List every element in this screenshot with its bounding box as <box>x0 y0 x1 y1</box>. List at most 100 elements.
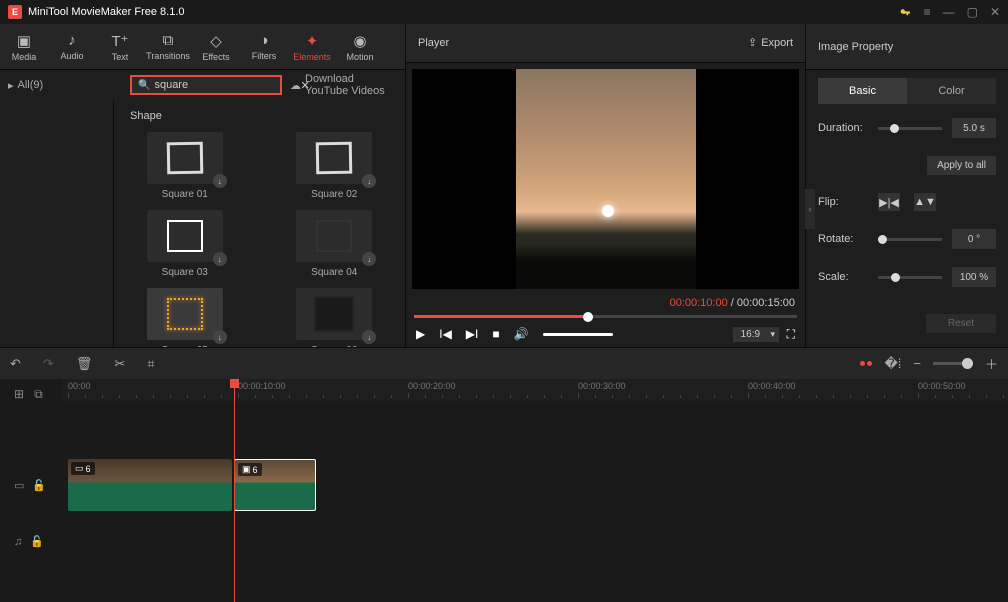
thumb-preview: ↓ <box>296 210 372 262</box>
tree-item-all[interactable]: ▸ All(9) <box>8 79 122 92</box>
tool-audio[interactable]: ♪Audio <box>48 24 96 70</box>
scale-slider[interactable] <box>878 276 942 279</box>
aspect-select[interactable]: 16:9 <box>733 327 779 342</box>
slider-knob[interactable] <box>878 235 887 244</box>
duration-value[interactable]: 5.0 s <box>952 118 996 138</box>
video-preview[interactable] <box>412 69 799 289</box>
download-badge-icon[interactable]: ↓ <box>213 252 227 266</box>
play-button[interactable]: ▶ <box>416 327 425 341</box>
tool-effects[interactable]: ◇Effects <box>192 24 240 70</box>
split-button[interactable]: ✂ <box>114 356 125 372</box>
ruler-tick <box>357 395 358 398</box>
ruler-mark: 00:00:20:00 <box>408 381 456 391</box>
add-track-icon[interactable]: ⊞ <box>14 387 24 402</box>
download-badge-icon[interactable]: ↓ <box>362 330 376 344</box>
props-body: Duration: 5.0 s Apply to all Flip: ▶|◀ ▲… <box>806 104 1008 347</box>
thumb-preview: ↓ <box>147 288 223 340</box>
reset-button[interactable]: Reset <box>926 314 996 333</box>
fullscreen-button[interactable]: ⛶ <box>787 327 795 342</box>
slider-knob[interactable] <box>890 124 899 133</box>
minimize-icon[interactable]: — <box>943 5 955 19</box>
element-thumb[interactable]: ↓ Square 01 <box>130 132 240 200</box>
seek-knob[interactable] <box>583 312 593 322</box>
tab-basic[interactable]: Basic <box>818 78 907 104</box>
volume-icon[interactable]: 🔊 <box>514 327 529 341</box>
duration-slider[interactable] <box>878 127 942 130</box>
props-header: Image Property <box>806 24 1008 70</box>
undo-button[interactable]: ↶ <box>10 356 21 372</box>
element-thumb[interactable]: ↓ Square 03 <box>130 210 240 278</box>
search-input[interactable] <box>154 79 296 91</box>
rotate-slider[interactable] <box>878 238 942 241</box>
flip-horizontal-button[interactable]: ▶|◀ <box>878 193 900 211</box>
marker-icon[interactable] <box>860 361 872 366</box>
crop-button[interactable]: ⌗ <box>147 356 154 372</box>
tool-transitions[interactable]: ⧉Transitions <box>144 24 192 70</box>
clip-badge: ▣ 6 <box>238 463 262 476</box>
download-youtube-link[interactable]: ☁ Download YouTube Videos <box>290 73 397 97</box>
tool-media[interactable]: ▣Media <box>0 24 48 70</box>
stop-button[interactable]: ■ <box>492 327 499 341</box>
tool-filters[interactable]: ◑Filters <box>240 24 288 70</box>
ruler-mark: 00:00:30:00 <box>578 381 626 391</box>
tab-color[interactable]: Color <box>907 78 996 104</box>
zoom-slider[interactable] <box>933 362 973 365</box>
download-badge-icon[interactable]: ↓ <box>213 330 227 344</box>
slider-knob[interactable] <box>891 273 900 282</box>
ruler-tick <box>1003 395 1004 398</box>
menu-icon[interactable]: ≡ <box>924 5 931 19</box>
ruler-tick <box>459 395 460 398</box>
delete-button[interactable]: 🗑 <box>76 356 93 372</box>
next-button[interactable]: ▶I <box>466 327 479 341</box>
align-icon[interactable]: �⁞ <box>884 356 901 372</box>
download-badge-icon[interactable]: ↓ <box>362 174 376 188</box>
image-clip[interactable]: ▣ 6 <box>234 459 316 511</box>
ruler-tick <box>187 395 188 398</box>
time-ruler[interactable]: 00:0000:00:10:0000:00:20:0000:00:30:0000… <box>62 379 1008 401</box>
key-icon[interactable] <box>899 6 912 19</box>
close-icon[interactable]: ✕ <box>990 5 1000 19</box>
panel-collapse-handle[interactable]: › <box>805 189 815 229</box>
flip-vertical-button[interactable]: ▲▼ <box>914 193 936 211</box>
folder-icon: ▣ <box>17 32 31 50</box>
tool-text[interactable]: T⁺Text <box>96 24 144 70</box>
download-badge-icon[interactable]: ↓ <box>362 252 376 266</box>
thumb-label: Square 06 <box>311 345 357 347</box>
audio-track[interactable] <box>62 519 1008 575</box>
ruler-tick <box>544 395 545 398</box>
element-thumb[interactable]: ↓ Square 02 <box>280 132 390 200</box>
prev-button[interactable]: I◀ <box>439 327 452 341</box>
tool-motion[interactable]: ◉Motion <box>336 24 384 70</box>
lock-icon[interactable]: 🔓 <box>32 479 46 492</box>
seek-fill <box>414 315 583 318</box>
total-time: 00:00:15:00 <box>737 297 795 309</box>
video-clip[interactable]: ▭ 6 <box>68 459 232 511</box>
scale-value[interactable]: 100 % <box>952 267 996 287</box>
seek-bar[interactable] <box>414 315 797 318</box>
apply-all-button[interactable]: Apply to all <box>927 156 996 175</box>
element-thumb[interactable]: ↓ Square 05 <box>130 288 240 347</box>
ruler-tick <box>714 395 715 398</box>
prop-rotate: Rotate: 0 ° <box>818 229 996 249</box>
prop-flip: Flip: ▶|◀ ▲▼ <box>818 193 996 211</box>
playhead[interactable] <box>234 379 235 602</box>
download-badge-icon[interactable]: ↓ <box>213 174 227 188</box>
zoom-knob[interactable] <box>962 358 973 369</box>
rotate-value[interactable]: 0 ° <box>952 229 996 249</box>
zoom-out-button[interactable]: − <box>913 356 921 371</box>
export-button[interactable]: ⇪ Export <box>748 36 793 49</box>
tool-elements[interactable]: ✦Elements <box>288 24 336 70</box>
ruler-tick <box>612 395 613 398</box>
lock-icon[interactable]: 🔓 <box>30 535 44 548</box>
volume-slider[interactable] <box>543 333 613 336</box>
duplicate-track-icon[interactable]: ⧉ <box>34 387 43 402</box>
elements-icon: ✦ <box>306 32 319 50</box>
ruler-tick <box>782 395 783 398</box>
element-thumb[interactable]: ↓ Square 04 <box>280 210 390 278</box>
redo-button[interactable]: ↷ <box>43 356 54 372</box>
maximize-icon[interactable]: ▢ <box>967 5 978 19</box>
element-thumb[interactable]: ↓ Square 06 <box>280 288 390 347</box>
search-box[interactable]: 🔍 ✕ <box>130 75 282 95</box>
video-track[interactable]: ▭ 6 ▣ 6 <box>62 457 1008 513</box>
zoom-in-button[interactable]: ＋ <box>985 354 998 373</box>
